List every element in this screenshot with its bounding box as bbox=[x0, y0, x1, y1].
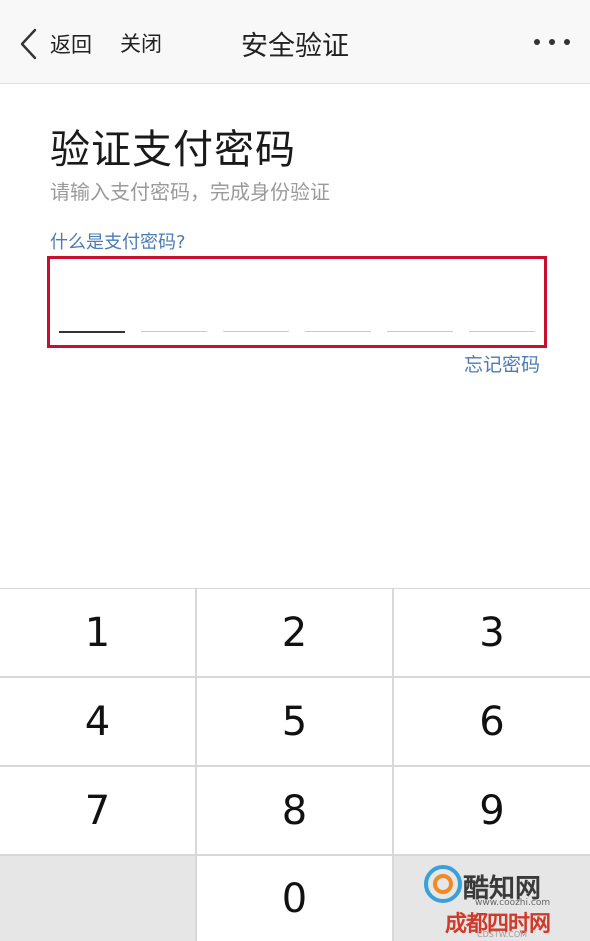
payment-password-screen: 返回 关闭 安全验证 验证支付密码 请输入支付密码，完成身份验证 什么是支付密码… bbox=[0, 0, 590, 941]
key-6[interactable]: 6 bbox=[394, 678, 590, 765]
forgot-password-link[interactable]: 忘记密码 bbox=[464, 350, 540, 377]
back-button[interactable]: 返回 bbox=[18, 24, 92, 64]
what-is-payment-password-link[interactable]: 什么是支付密码? bbox=[50, 228, 186, 254]
pin-digit-slot[interactable] bbox=[469, 331, 535, 332]
watermark: 酷知网 www.coozhi.com 成都四时网 CDSTW.COM bbox=[415, 858, 585, 939]
close-button[interactable]: 关闭 bbox=[120, 28, 162, 58]
watermark-site-url: CDSTW.COM bbox=[477, 930, 528, 939]
key-4[interactable]: 4 bbox=[0, 678, 195, 765]
key-1[interactable]: 1 bbox=[0, 589, 195, 676]
key-7[interactable]: 7 bbox=[0, 767, 195, 854]
key-blank bbox=[0, 856, 195, 941]
more-horizontal-icon[interactable] bbox=[532, 30, 572, 54]
key-0[interactable]: 0 bbox=[197, 856, 392, 941]
key-5[interactable]: 5 bbox=[197, 678, 392, 765]
coozhi-logo-icon bbox=[424, 865, 462, 903]
page-heading: 验证支付密码 bbox=[50, 127, 296, 173]
key-2[interactable]: 2 bbox=[197, 589, 392, 676]
chevron-left-icon bbox=[20, 28, 37, 60]
key-3[interactable]: 3 bbox=[394, 589, 590, 676]
pin-digit-slot[interactable] bbox=[305, 331, 371, 332]
pin-digit-slot[interactable] bbox=[223, 331, 289, 332]
back-label: 返回 bbox=[50, 33, 92, 57]
key-8[interactable]: 8 bbox=[197, 767, 392, 854]
pin-input-highlight[interactable] bbox=[47, 256, 547, 348]
pin-digit-slot[interactable] bbox=[59, 331, 125, 333]
pin-digit-slot[interactable] bbox=[387, 331, 453, 332]
nav-header: 返回 关闭 安全验证 bbox=[0, 0, 590, 84]
key-9[interactable]: 9 bbox=[394, 767, 590, 854]
pin-digit-slot[interactable] bbox=[141, 331, 207, 332]
page-subheading: 请输入支付密码，完成身份验证 bbox=[50, 180, 330, 204]
